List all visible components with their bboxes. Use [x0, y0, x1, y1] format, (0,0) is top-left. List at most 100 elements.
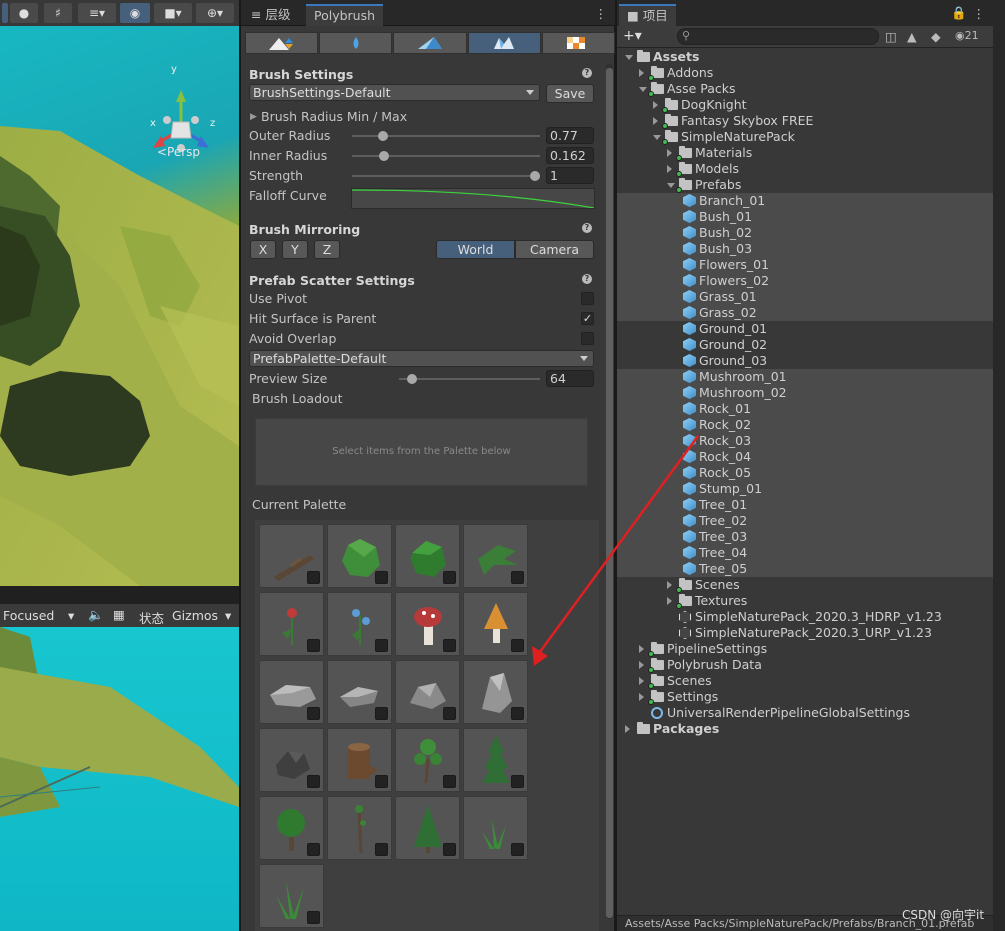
save-button[interactable]: Save — [546, 84, 594, 103]
tree-item-settings[interactable]: UniversalRenderPipelineGlobalSettings — [617, 705, 993, 721]
tree-item-folder[interactable]: Materials — [617, 145, 993, 161]
gizmos-dropdown-icon[interactable]: ▾ — [225, 608, 231, 623]
palette-item-checkbox[interactable] — [307, 843, 320, 856]
chevron-down-icon[interactable] — [625, 55, 633, 60]
palette-item-checkbox[interactable] — [375, 843, 388, 856]
mirror-z-toggle[interactable]: Z — [314, 240, 340, 259]
tree-item-folder[interactable]: DogKnight — [617, 97, 993, 113]
palette-item-tree[interactable] — [395, 796, 460, 860]
focused-dropdown[interactable]: Focused — [3, 608, 54, 623]
project-search-input[interactable]: ⚲ — [677, 28, 879, 45]
effects-dropdown[interactable]: ≡▾ — [78, 3, 116, 23]
tab-project[interactable]: ■ 项目 — [619, 4, 676, 26]
palette-item-bush[interactable] — [327, 524, 392, 588]
chevron-right-icon[interactable] — [667, 149, 672, 157]
tree-item-prefab[interactable]: Flowers_01 — [617, 257, 993, 273]
palette-item-bush[interactable] — [463, 524, 528, 588]
chevron-right-icon[interactable] — [653, 101, 658, 109]
preview-size-slider[interactable] — [399, 378, 540, 380]
grid-icon[interactable]: ▦ — [113, 607, 125, 622]
chevron-right-icon[interactable] — [625, 725, 630, 733]
palette-item-checkbox[interactable] — [443, 707, 456, 720]
tree-item-folder[interactable]: SimpleNaturePack — [617, 129, 993, 145]
mode-scatter-prefab[interactable] — [467, 32, 541, 54]
chevron-right-icon[interactable] — [639, 677, 644, 685]
palette-item-flowers[interactable] — [259, 592, 324, 656]
tab-polybrush[interactable]: Polybrush — [306, 4, 384, 26]
palette-item-rock[interactable] — [259, 728, 324, 792]
more-options-icon[interactable]: ⋮ — [595, 6, 608, 21]
hit-surface-parent-checkbox[interactable]: ✓ — [581, 312, 594, 325]
preview-size-slider-handle[interactable] — [407, 374, 417, 384]
palette-item-rock[interactable] — [327, 660, 392, 724]
tree-item-folder[interactable]: Addons — [617, 65, 993, 81]
tree-item-prefab[interactable]: Ground_03 — [617, 353, 993, 369]
palette-item-tree[interactable] — [259, 796, 324, 860]
chevron-down-icon[interactable] — [667, 183, 675, 188]
scene-view[interactable]: ● ♯ ≡▾ ◉ ■▾ ⊕▾ y x z <Persp Focused ▾ 🔈 … — [0, 0, 239, 931]
strength-field[interactable]: 1 — [546, 167, 594, 184]
tree-item-folder[interactable]: Prefabs — [617, 177, 993, 193]
inner-radius-slider-handle[interactable] — [379, 151, 389, 161]
palette-item-rock[interactable] — [463, 660, 528, 724]
palette-item-checkbox[interactable] — [307, 911, 320, 924]
scene-visibility-toggle[interactable]: ◉ — [120, 3, 150, 23]
palette-item-checkbox[interactable] — [375, 775, 388, 788]
tab-hierarchy[interactable]: ≡ 层级 — [243, 4, 298, 26]
mode-paint-vertex[interactable] — [393, 32, 467, 54]
mode-raise-lower[interactable] — [245, 32, 319, 54]
inner-radius-field[interactable]: 0.162 — [546, 147, 594, 164]
tree-item-prefab[interactable]: Flowers_02 — [617, 273, 993, 289]
palette-item-stump[interactable] — [327, 728, 392, 792]
palette-item-checkbox[interactable] — [375, 639, 388, 652]
help-icon[interactable]: ? — [582, 274, 592, 284]
mode-paint-texture[interactable] — [541, 32, 616, 54]
palette-item-checkbox[interactable] — [511, 843, 524, 856]
tree-item-prefab[interactable]: Ground_02 — [617, 337, 993, 353]
outer-radius-field[interactable]: 0.77 — [546, 127, 594, 144]
stats-button[interactable]: 状态 — [139, 608, 164, 627]
palette-item-rock[interactable] — [259, 660, 324, 724]
palette-item-branch[interactable] — [259, 524, 324, 588]
chevron-down-icon[interactable] — [653, 135, 661, 140]
more-options-icon[interactable]: ⋮ — [973, 6, 986, 21]
tree-item-folder[interactable]: Models — [617, 161, 993, 177]
palette-item-grass[interactable] — [259, 864, 324, 928]
strength-slider-handle[interactable] — [530, 171, 540, 181]
palette-item-rock[interactable] — [395, 660, 460, 724]
falloff-curve-field[interactable] — [351, 188, 595, 209]
hidden-packages-toggle[interactable]: ◉21 — [955, 29, 979, 42]
tree-item-prefab[interactable]: Ground_01 — [617, 321, 993, 337]
tree-item-prefab[interactable]: Bush_03 — [617, 241, 993, 257]
chevron-down-icon[interactable] — [639, 87, 647, 92]
tree-item-folder[interactable]: Fantasy Skybox FREE — [617, 113, 993, 129]
tree-item-prefab[interactable]: Mushroom_01 — [617, 369, 993, 385]
lock-icon[interactable]: 🔒 — [951, 5, 967, 21]
avoid-overlap-checkbox[interactable] — [581, 332, 594, 345]
mirror-space-camera[interactable]: Camera — [515, 240, 594, 259]
palette-item-checkbox[interactable] — [443, 571, 456, 584]
mode-smooth[interactable] — [319, 32, 393, 54]
mirror-y-toggle[interactable]: Y — [282, 240, 308, 259]
create-button[interactable]: +▾ — [623, 28, 642, 44]
chevron-right-icon[interactable] — [653, 117, 658, 125]
search-by-type-icon[interactable]: ◫ — [885, 29, 897, 44]
tree-item-prefab[interactable]: Mushroom_02 — [617, 385, 993, 401]
camera-dropdown[interactable]: ■▾ — [154, 3, 192, 23]
speaker-icon[interactable]: 🔈 — [88, 607, 104, 623]
palette-item-flowers[interactable] — [327, 592, 392, 656]
palette-item-checkbox[interactable] — [375, 571, 388, 584]
chevron-right-icon[interactable] — [667, 165, 672, 173]
palette-item-tree[interactable] — [463, 728, 528, 792]
palette-item-checkbox[interactable] — [443, 775, 456, 788]
mirror-space-world[interactable]: World — [436, 240, 515, 259]
lighting-toggle[interactable]: ● — [10, 3, 38, 23]
palette-item-tree[interactable] — [327, 796, 392, 860]
palette-item-checkbox[interactable] — [511, 707, 524, 720]
palette-item-grass[interactable] — [463, 796, 528, 860]
palette-item-checkbox[interactable] — [307, 707, 320, 720]
tree-item-folder[interactable]: Packages — [617, 721, 993, 737]
chevron-right-icon[interactable] — [639, 69, 644, 77]
strength-slider[interactable] — [352, 175, 540, 177]
game-viewport[interactable] — [0, 627, 239, 931]
